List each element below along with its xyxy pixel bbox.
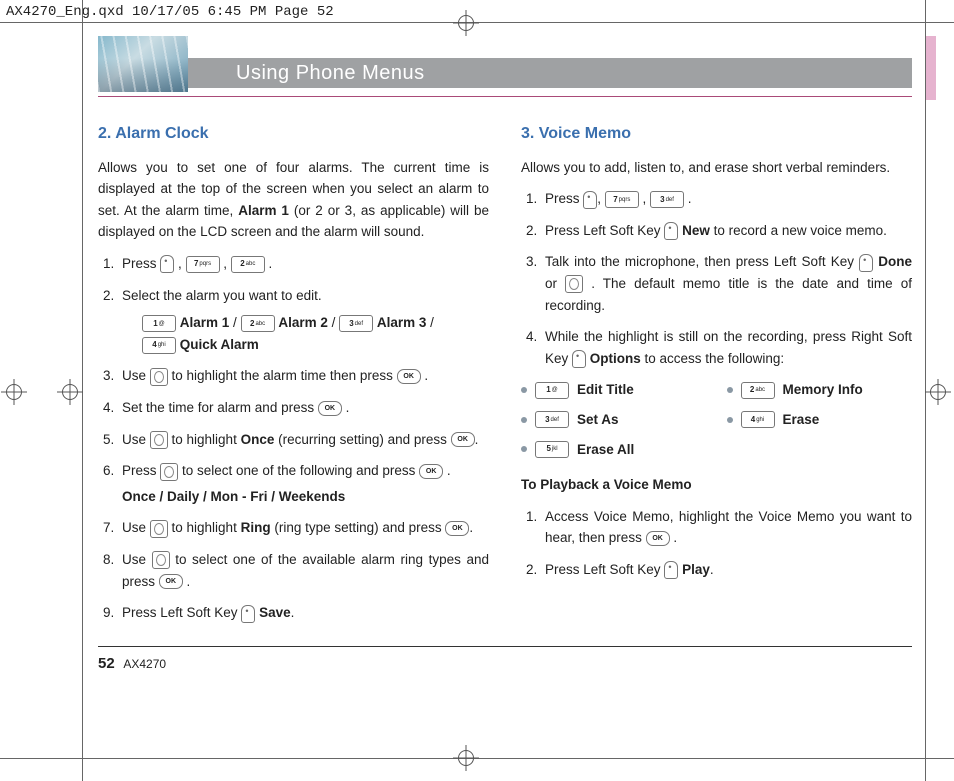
nav-key-icon — [160, 463, 178, 481]
opt-set-as: 3defSet As — [521, 409, 707, 431]
voice-intro: Allows you to add, listen to, and erase … — [521, 157, 912, 179]
right-column: 3. Voice Memo Allows you to add, listen … — [521, 117, 912, 634]
section-heading-alarm: 2. Alarm Clock — [98, 121, 489, 147]
voice-step-3: Talk into the microphone, then press Lef… — [541, 251, 912, 316]
header-photo — [98, 36, 188, 92]
soft-key-icon — [664, 222, 678, 240]
chapter-title: Using Phone Menus — [188, 58, 912, 88]
key-2-icon: 2abc — [241, 315, 275, 332]
soft-key-icon — [572, 350, 586, 368]
alarm-step-3: Use to highlight the alarm time then pre… — [118, 365, 489, 387]
voice-step-4: While the highlight is still on the reco… — [541, 326, 912, 369]
playback-step-1: Access Voice Memo, highlight the Voice M… — [541, 506, 912, 549]
reg-mark-top — [458, 15, 474, 31]
soft-key-icon — [160, 255, 174, 273]
soft-key-icon — [859, 254, 873, 272]
content-area: Using Phone Menus 2. Alarm Clock Allows … — [98, 36, 912, 741]
voice-step-1: Press , 7pqrs , 3def . — [541, 188, 912, 210]
alarm-step-5: Use to highlight Once (recurring setting… — [118, 429, 489, 451]
ok-key-icon: OK — [397, 369, 421, 384]
page-number: 52 — [98, 655, 115, 672]
options-list: 1@Edit Title 3defSet As 5jklErase All 2a… — [521, 379, 912, 460]
reg-mark-left-inner — [62, 384, 78, 400]
voice-steps: Press , 7pqrs , 3def . Press Left Soft K… — [521, 188, 912, 369]
left-column: 2. Alarm Clock Allows you to set one of … — [98, 117, 489, 634]
file-slug: AX4270_Eng.qxd 10/17/05 6:45 PM Page 52 — [6, 4, 334, 20]
key-3-icon: 3def — [650, 191, 684, 208]
footer-rule — [98, 646, 912, 647]
reg-mark-bottom — [458, 750, 474, 766]
header-rule — [98, 96, 912, 97]
alarm-step-2: Select the alarm you want to edit. 1@ Al… — [118, 285, 489, 356]
nav-key-icon — [150, 431, 168, 449]
chapter-header: Using Phone Menus — [98, 36, 912, 92]
voice-step-2: Press Left Soft Key New to record a new … — [541, 220, 912, 242]
key-3-icon: 3def — [535, 411, 569, 428]
key-1-icon: 1@ — [142, 315, 176, 332]
playback-step-2: Press Left Soft Key Play. — [541, 559, 912, 581]
nav-key-icon — [150, 368, 168, 386]
key-2-icon: 2abc — [741, 382, 775, 399]
soft-key-icon — [583, 191, 597, 209]
recurrence-options: Once / Daily / Mon - Fri / Weekends — [122, 486, 489, 508]
key-4-icon: 4ghi — [741, 411, 775, 428]
alarm-step-9: Press Left Soft Key Save. — [118, 602, 489, 624]
key-2-icon: 2abc — [231, 256, 265, 273]
soft-key-icon — [241, 605, 255, 623]
key-7-icon: 7pqrs — [186, 256, 220, 273]
opt-erase: 4ghiErase — [727, 409, 913, 431]
ok-key-icon: OK — [646, 531, 670, 546]
nav-key-icon — [152, 551, 170, 569]
key-7-icon: 7pqrs — [605, 191, 639, 208]
opt-erase-all: 5jklErase All — [521, 439, 707, 461]
alarm-step-1: Press , 7pqrs , 2abc . — [118, 253, 489, 275]
reg-mark-right — [930, 384, 946, 400]
ok-key-icon: OK — [318, 401, 342, 416]
ok-key-icon: OK — [445, 521, 469, 536]
playback-steps: Access Voice Memo, highlight the Voice M… — [521, 506, 912, 581]
page: AX4270_Eng.qxd 10/17/05 6:45 PM Page 52 … — [0, 0, 954, 781]
key-3-icon: 3def — [339, 315, 373, 332]
alarm-step-7: Use to highlight Ring (ring type setting… — [118, 517, 489, 539]
crop-line-left — [82, 0, 83, 781]
reg-mark-left-outer — [6, 384, 22, 400]
opt-memory-info: 2abcMemory Info — [727, 379, 913, 401]
alarm-intro: Allows you to set one of four alarms. Th… — [98, 157, 489, 243]
model-number: AX4270 — [123, 657, 166, 671]
key-5-icon: 5jkl — [535, 441, 569, 458]
crop-line-right — [925, 0, 926, 781]
ok-key-icon: OK — [451, 432, 475, 447]
ok-key-icon: OK — [419, 464, 443, 479]
opt-edit-title: 1@Edit Title — [521, 379, 707, 401]
alarm-step-8: Use to select one of the available alarm… — [118, 549, 489, 592]
ok-key-icon: OK — [159, 574, 183, 589]
soft-key-icon — [664, 561, 678, 579]
key-4-icon: 4ghi — [142, 337, 176, 354]
playback-subheading: To Playback a Voice Memo — [521, 474, 912, 496]
section-heading-voice: 3. Voice Memo — [521, 121, 912, 147]
two-columns: 2. Alarm Clock Allows you to set one of … — [98, 117, 912, 634]
alarm-step-6: Press to select one of the following and… — [118, 460, 489, 507]
page-footer: 52 AX4270 — [98, 655, 912, 672]
nav-key-icon — [565, 275, 583, 293]
side-tab — [926, 36, 936, 100]
alarm-steps: Press , 7pqrs , 2abc . Select the alarm … — [98, 253, 489, 624]
key-1-icon: 1@ — [535, 382, 569, 399]
alarm-step-4: Set the time for alarm and press OK . — [118, 397, 489, 419]
nav-key-icon — [150, 520, 168, 538]
